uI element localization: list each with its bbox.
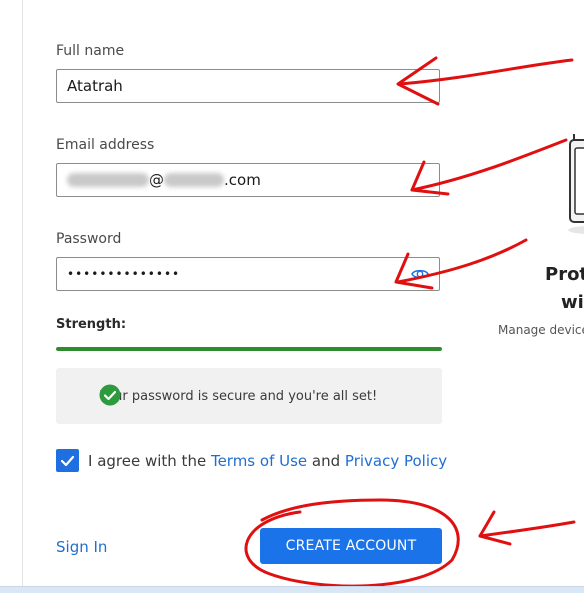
annotation-arrowhead-create — [478, 510, 512, 546]
email-suffix: .com — [224, 171, 261, 189]
email-domain-redacted — [164, 173, 224, 187]
password-notice: Your password is secure and you're all s… — [56, 368, 442, 424]
email-user-redacted — [67, 173, 149, 187]
right-panel-title-line1: Prot — [545, 264, 584, 285]
full-name-input[interactable]: Atatrah — [56, 69, 440, 103]
agree-prefix: I agree with the — [88, 452, 211, 470]
strength-bar — [56, 347, 442, 351]
strength-fill — [56, 347, 442, 351]
full-name-value: Atatrah — [67, 77, 123, 95]
right-panel-title-line2: wit — [561, 292, 584, 313]
sign-in-link[interactable]: Sign In — [56, 538, 107, 556]
email-at: @ — [149, 171, 164, 189]
privacy-policy-link[interactable]: Privacy Policy — [345, 452, 447, 470]
password-input[interactable]: •••••••••••••• — [56, 257, 440, 291]
email-label: Email address — [56, 137, 155, 153]
left-divider — [0, 0, 23, 593]
check-circle-icon — [99, 384, 121, 406]
email-input[interactable]: @ .com — [56, 163, 440, 197]
right-panel-subtitle: Manage device — [498, 323, 584, 337]
annotation-arrow-create — [478, 520, 576, 538]
checkmark-icon — [60, 455, 75, 467]
agree-checkbox[interactable] — [56, 449, 79, 472]
notice-text: Your password is secure and you're all s… — [100, 388, 378, 404]
password-value: •••••••••••••• — [67, 267, 181, 281]
bottom-strip — [0, 586, 584, 593]
device-illustration — [568, 134, 584, 234]
create-account-button[interactable]: CREATE ACCOUNT — [260, 528, 442, 564]
signup-page: Full name Atatrah Email address @ .com P… — [0, 0, 584, 593]
terms-of-use-link[interactable]: Terms of Use — [211, 452, 307, 470]
eye-icon[interactable] — [411, 266, 429, 282]
full-name-label: Full name — [56, 43, 125, 59]
password-label: Password — [56, 231, 122, 247]
strength-label: Strength: — [56, 317, 127, 332]
agree-text: I agree with the Terms of Use and Privac… — [88, 452, 447, 470]
agree-middle: and — [307, 452, 345, 470]
